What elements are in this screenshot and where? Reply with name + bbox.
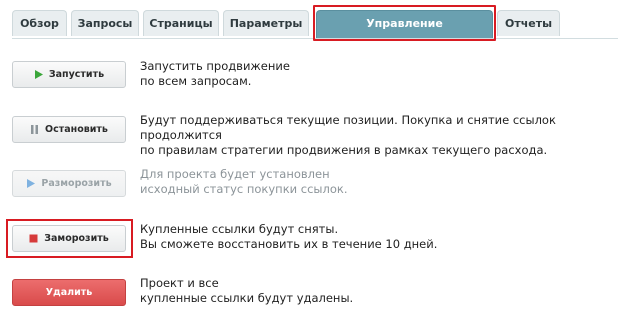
stop-button-label: Остановить <box>45 124 108 135</box>
start-description-line1: Запустить продвижение <box>140 59 290 73</box>
delete-description-line2: купленные ссылки будут удалены. <box>140 291 354 305</box>
freeze-button-label: Заморозить <box>44 233 109 244</box>
unfreeze-description: Для проекта будет установлен исходный ст… <box>140 167 347 197</box>
active-tab-highlight-box <box>313 5 496 41</box>
stop-description-line1: Будут поддерживаться текущие позиции. По… <box>140 113 556 142</box>
freeze-description-line1: Купленные ссылки будут сняты. <box>140 222 339 236</box>
unfreeze-description-line2: исходный статус покупки ссылок. <box>140 182 348 196</box>
tab-queries[interactable]: Запросы <box>71 10 139 36</box>
delete-description: Проект и все купленные ссылки будут удал… <box>140 276 353 306</box>
tab-bar: Обзор Запросы Страницы Параметры Управле… <box>0 0 618 56</box>
tab-parameters[interactable]: Параметры <box>223 10 309 36</box>
stop-square-icon <box>29 234 38 243</box>
start-button-label: Запустить <box>48 69 105 80</box>
delete-button-label: Удалить <box>45 287 93 298</box>
unfreeze-button-label: Разморозить <box>41 178 112 189</box>
start-description: Запустить продвижение по всем запросам. <box>140 59 290 89</box>
delete-button[interactable]: Удалить <box>12 279 126 306</box>
play-icon <box>34 70 43 79</box>
start-button[interactable]: Запустить <box>12 61 126 88</box>
tab-reports[interactable]: Отчеты <box>497 10 560 36</box>
unfreeze-button: Разморозить <box>12 170 126 197</box>
tab-pages[interactable]: Страницы <box>143 10 219 36</box>
unfreeze-description-line1: Для проекта будет установлен <box>140 167 330 181</box>
stop-description-line2: по правилам стратегии продвижения в рамк… <box>140 143 548 157</box>
freeze-button[interactable]: Заморозить <box>12 225 126 252</box>
freeze-description-line2: Вы сможете восстановить их в течение 10 … <box>140 237 438 251</box>
play-icon <box>26 179 36 188</box>
delete-description-line1: Проект и все <box>140 276 219 290</box>
stop-description: Будут поддерживаться текущие позиции. По… <box>140 113 618 158</box>
pause-icon <box>30 125 39 134</box>
stop-button[interactable]: Остановить <box>12 116 126 143</box>
tab-overview[interactable]: Обзор <box>12 10 67 36</box>
freeze-description: Купленные ссылки будут сняты. Вы сможете… <box>140 222 437 252</box>
start-description-line2: по всем запросам. <box>140 74 252 88</box>
